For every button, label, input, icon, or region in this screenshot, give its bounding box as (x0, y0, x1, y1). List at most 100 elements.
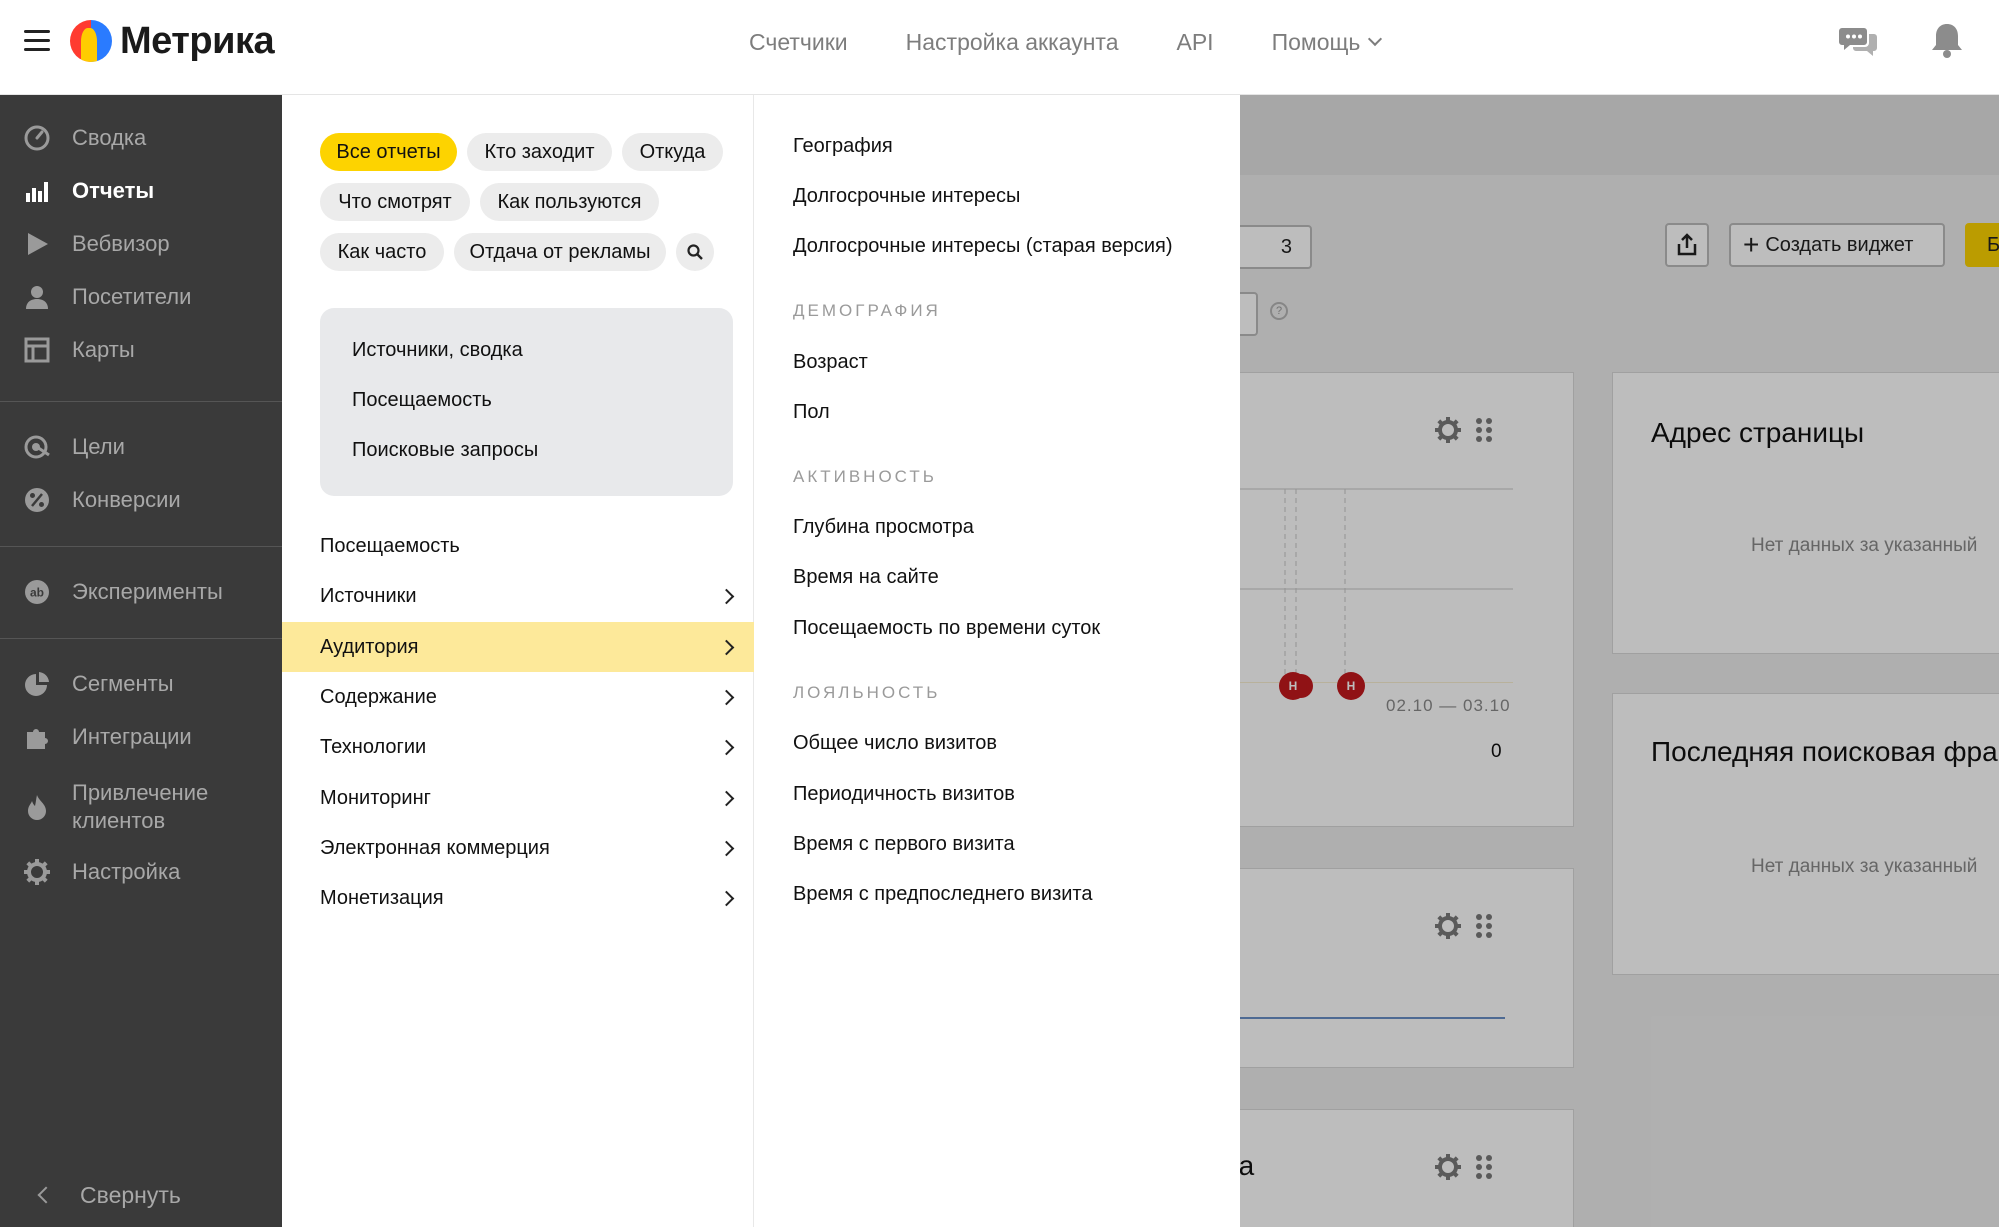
nav-help[interactable]: Помощь (1271, 28, 1383, 56)
person-icon (22, 282, 52, 312)
chevron-right-icon (718, 588, 735, 604)
play-icon (22, 229, 52, 259)
category-audience[interactable]: Аудитория (282, 622, 754, 672)
sidebar-item-label: Отчеты (72, 178, 155, 203)
section-heading-demography: ДЕМОГРАФИЯ (793, 301, 941, 320)
sidebar-item-label: Карты (72, 337, 135, 362)
report-item[interactable]: География (793, 135, 893, 158)
sidebar-item-label: Сегменты (72, 671, 174, 696)
report-item[interactable]: Пол (793, 401, 830, 424)
top-nav: Счетчики Настройка аккаунта API Помощь (749, 22, 1438, 62)
category-ecommerce[interactable]: Электронная коммерция (282, 823, 754, 873)
chevron-left-icon (37, 1186, 55, 1204)
report-item[interactable]: Долгосрочные интересы (старая версия) (793, 235, 1173, 258)
sidebar-item-maps[interactable]: Карты (0, 327, 282, 373)
category-traffic[interactable]: Посещаемость (282, 521, 754, 571)
chevron-right-icon (718, 840, 735, 856)
chevron-right-icon (718, 639, 735, 655)
report-item[interactable]: Общее число визитов (793, 732, 997, 755)
category-content[interactable]: Содержание (282, 672, 754, 722)
category-label: Монетизация (320, 886, 444, 909)
report-item[interactable]: Время с первого визита (793, 833, 1015, 856)
chat-icon[interactable] (1838, 20, 1880, 62)
ab-icon: ab (22, 577, 52, 607)
sidebar-item-label: Конверсии (72, 487, 181, 512)
sidebar-item-experiments[interactable]: ab Эксперименты (0, 569, 282, 615)
audience-reports-column: География Долгосрочные интересы Долгосро… (755, 95, 1240, 1227)
chip-who-visits[interactable]: Кто заходит (467, 133, 612, 171)
sidebar-item-visitors[interactable]: Посетители (0, 274, 282, 320)
flame-icon (22, 792, 52, 822)
chip-how-used[interactable]: Как пользуются (480, 183, 659, 221)
chevron-down-icon (1368, 31, 1383, 47)
report-item[interactable]: Глубина просмотра (793, 516, 974, 539)
sidebar-item-label: Сводка (72, 125, 147, 150)
section-heading-activity: АКТИВНОСТЬ (793, 467, 937, 486)
chip-where-from[interactable]: Откуда (622, 133, 723, 171)
category-label: Мониторинг (320, 786, 431, 809)
sidebar-divider (0, 401, 282, 402)
sidebar-item-settings[interactable]: Настройка (0, 849, 282, 895)
chevron-right-icon (718, 790, 735, 806)
chip-ad-return[interactable]: Отдача от рекламы (454, 233, 666, 271)
category-label: Посещаемость (320, 534, 460, 557)
search-icon (687, 244, 703, 260)
report-search-button[interactable] (676, 233, 714, 271)
sidebar-item-client-acquisition[interactable]: Привлечение клиентов (0, 775, 282, 839)
reports-panel: Все отчеты Кто заходит Откуда Что смотря… (282, 95, 1240, 1227)
reports-categories-column: Все отчеты Кто заходит Откуда Что смотря… (282, 95, 754, 1227)
category-label: Источники (320, 584, 417, 607)
sidebar-item-label: Эксперименты (72, 579, 223, 604)
sidebar-item-label: Привлечение клиентов (72, 780, 209, 833)
sidebar-item-label: Посетители (72, 284, 192, 309)
category-monetization[interactable]: Монетизация (282, 873, 754, 923)
pie-icon (22, 669, 52, 699)
category-technologies[interactable]: Технологии (282, 722, 754, 772)
report-item[interactable]: Посещаемость по времени суток (793, 617, 1100, 640)
sidebar-item-summary[interactable]: Сводка (0, 115, 282, 161)
report-item[interactable]: Время на сайте (793, 566, 939, 589)
category-monitoring[interactable]: Мониторинг (282, 773, 754, 823)
category-sources[interactable]: Источники (282, 571, 754, 621)
collapse-label: Свернуть (80, 1181, 181, 1208)
nav-account-settings[interactable]: Настройка аккаунта (906, 29, 1119, 56)
category-label: Аудитория (320, 635, 419, 658)
section-heading-loyalty: ЛОЯЛЬНОСТЬ (793, 683, 941, 702)
chevron-right-icon (718, 739, 735, 755)
sidebar-item-webvisor[interactable]: Вебвизор (0, 221, 282, 267)
nav-counters[interactable]: Счетчики (749, 29, 848, 56)
chip-what-viewed[interactable]: Что смотрят (320, 183, 470, 221)
favorite-report-item[interactable]: Поисковые запросы (352, 439, 538, 462)
favorite-report-item[interactable]: Источники, сводка (352, 339, 523, 362)
sidebar-item-label: Вебвизор (72, 231, 170, 256)
target-icon (22, 432, 52, 462)
menu-burger-icon[interactable] (24, 30, 50, 52)
sidebar-divider (0, 638, 282, 639)
gear-icon (22, 857, 52, 887)
sidebar-item-conversions[interactable]: Конверсии (0, 477, 282, 523)
map-icon (22, 335, 52, 365)
nav-help-label: Помощь (1271, 28, 1361, 55)
svg-text:ab: ab (30, 586, 44, 600)
bell-icon[interactable] (1926, 20, 1968, 62)
sidebar-item-goals[interactable]: Цели (0, 424, 282, 470)
report-item[interactable]: Время с предпоследнего визита (793, 883, 1092, 906)
left-sidebar: Сводка Отчеты Вебвизор Посетители Карты … (0, 95, 282, 1227)
puzzle-icon (22, 722, 52, 752)
sidebar-item-integrations[interactable]: Интеграции (0, 714, 282, 760)
chevron-right-icon (718, 689, 735, 705)
sidebar-item-reports[interactable]: Отчеты (0, 168, 282, 214)
logo-circle-icon (70, 20, 112, 62)
favorite-report-item[interactable]: Посещаемость (352, 389, 492, 412)
report-item[interactable]: Долгосрочные интересы (793, 185, 1020, 208)
logo[interactable]: Метрика (70, 20, 275, 62)
gauge-icon (22, 123, 52, 153)
chip-how-often[interactable]: Как часто (320, 233, 444, 271)
favorite-reports: Источники, сводка Посещаемость Поисковые… (320, 308, 733, 496)
sidebar-collapse-button[interactable]: Свернуть (37, 1175, 181, 1215)
nav-api[interactable]: API (1176, 29, 1213, 56)
chip-all-reports[interactable]: Все отчеты (320, 133, 457, 171)
report-item[interactable]: Возраст (793, 351, 868, 374)
sidebar-item-segments[interactable]: Сегменты (0, 661, 282, 707)
report-item[interactable]: Периодичность визитов (793, 783, 1015, 806)
